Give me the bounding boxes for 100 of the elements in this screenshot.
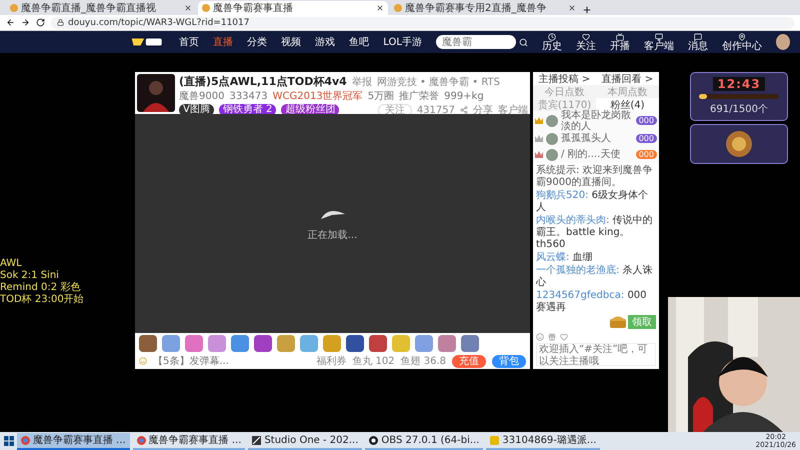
gift-icon[interactable] (346, 335, 364, 352)
loading-text: 正在加载... (308, 228, 358, 242)
avatar-icon (546, 148, 558, 161)
pin-icon (738, 32, 746, 40)
site-icon (10, 4, 18, 12)
meta-text: 5万圈 (368, 90, 394, 103)
close-icon[interactable] (376, 4, 384, 12)
overlay-text: Sok 2:1 Sini (0, 270, 60, 282)
gift-icon[interactable] (254, 335, 272, 352)
overlay-text: AWL (0, 258, 23, 270)
message-icon (694, 32, 702, 40)
chat-message: 一个孤独的老渔底: 杀人诛心 (536, 264, 654, 289)
taskbar-item[interactable]: 魔兽争霸赛事直播 ... (17, 432, 130, 450)
fish-fin-count: 鱼翅 36.8 (400, 354, 446, 368)
back-icon[interactable] (6, 18, 15, 27)
forward-icon[interactable] (21, 18, 30, 27)
nav-action[interactable]: 开播 (610, 32, 630, 52)
score-badge: 000 (636, 150, 657, 160)
category-text: 网游竞技 • 魔兽争霸 • RTS (376, 76, 500, 88)
emoji-icon (139, 357, 147, 365)
browser-icon (136, 436, 146, 444)
overlay-text: TOD杯 23:00开始 (0, 294, 85, 306)
chat-message: 风云蝶: 血绷 (536, 252, 594, 264)
chat-link[interactable]: 直播回看 > (602, 72, 654, 86)
nav-link[interactable]: 视频 (281, 35, 302, 49)
close-icon[interactable] (568, 4, 576, 12)
browser-tab[interactable]: 魔兽争霸直播_魔兽争霸直播视 (6, 1, 196, 15)
share-icon[interactable] (460, 106, 468, 114)
overlay-text: Remind 0:2 彩色 (0, 282, 82, 294)
user-name: / 刚的....天使 (561, 149, 622, 160)
taskbar-item[interactable]: 魔兽争霸赛事直播 ... (132, 432, 246, 450)
score-badge: 000 (636, 134, 657, 144)
chest-icon (610, 315, 626, 328)
taskbar-item[interactable]: 33104869-璐遇派... (486, 432, 600, 450)
fish-ball-count: 鱼丸 102 (352, 354, 395, 368)
search-icon[interactable] (518, 38, 528, 46)
avatar-icon (776, 34, 790, 50)
address-field[interactable]: douyu.com/topic/WAR3-WGL?rid=11017 (51, 16, 794, 28)
nav-link[interactable]: 游戏 (315, 35, 336, 49)
monitor-icon (654, 32, 663, 40)
browser-tab[interactable]: 魔兽争霸赛事直播 (198, 1, 388, 15)
gift-icon[interactable] (231, 335, 249, 352)
coupon-link[interactable]: 福利券 (316, 354, 346, 368)
site-icon (394, 4, 402, 12)
heart-icon (582, 32, 590, 40)
start-icon[interactable] (4, 436, 14, 446)
progress-text: 691/1500个 (710, 103, 768, 116)
avatar-icon (546, 132, 558, 145)
nav-action[interactable]: 消息 (688, 32, 708, 52)
taskbar-item[interactable]: OBS 27.0.1 (64-bi... (365, 432, 484, 450)
new-tab-icon[interactable] (582, 5, 592, 15)
user-name: 我本是卧龙岗散淡的人 (561, 110, 632, 132)
nav-action[interactable]: 创作中心 (722, 32, 762, 52)
crown-icon (535, 117, 543, 124)
share-link[interactable]: 分享 (473, 103, 493, 117)
follower-count: 431757 (416, 104, 455, 116)
meta-text: 魔兽9000 (179, 90, 224, 103)
nav-link[interactable]: LOL手游 (383, 35, 422, 49)
countdown-timer: 12:43 (713, 77, 765, 91)
close-icon[interactable] (184, 4, 192, 12)
record-icon (369, 436, 378, 444)
nav-action[interactable]: 历史 (542, 32, 562, 52)
site-icon (202, 4, 210, 12)
meta-text: 333473 (229, 90, 268, 102)
score-badge: 000 (636, 116, 657, 126)
gift-tool-icon[interactable] (548, 332, 556, 341)
chat-link[interactable]: 主播投稿 > (538, 72, 590, 86)
emoji-icon[interactable] (536, 332, 544, 341)
client-link[interactable]: 客户端 (498, 103, 528, 117)
user-name: 孤孤孤头人 (561, 133, 612, 144)
crown-icon (535, 135, 543, 142)
system-message: 系统提示: 欢迎来到魔兽争霸9000的直播间。 (536, 164, 654, 189)
search-field[interactable]: 魔兽霸 (436, 35, 516, 49)
avatar-icon (546, 114, 558, 127)
nav-link[interactable]: 分类 (247, 35, 268, 49)
clock-icon (548, 32, 556, 40)
chat-tab[interactable]: 粉丝(4) (596, 98, 659, 111)
crown-icon (535, 151, 543, 158)
app-icon (252, 436, 262, 444)
reload-icon[interactable] (36, 18, 45, 27)
gift-icon[interactable] (369, 335, 387, 352)
browser-tab[interactable]: 魔兽争霸赛事专用2直播_魔兽争 (390, 1, 580, 15)
nav-action[interactable]: 客户端 (644, 32, 674, 52)
nav-link[interactable]: 鱼吧 (349, 35, 370, 49)
browser-icon (21, 436, 30, 444)
meta-text: WCG2013世界冠军 (272, 90, 363, 103)
like-icon[interactable] (560, 332, 568, 341)
nav-action[interactable]: 关注 (576, 32, 596, 52)
gift-icon[interactable] (139, 335, 157, 352)
taskbar-item[interactable]: Studio One - 202... (248, 432, 362, 450)
report-link[interactable]: 举报 (352, 74, 372, 88)
gift-icon[interactable] (461, 335, 479, 352)
meta-text: 推广荣誉 (399, 90, 440, 103)
lock-icon (57, 19, 64, 26)
stream-title: (直播)5点AWL,11点TOD杯4v4 (179, 74, 347, 89)
chat-message: 1234567gfedbca: 000赛遇再 (536, 290, 648, 314)
tv-icon (616, 32, 624, 40)
nav-link[interactable]: 首页 (179, 35, 200, 49)
chat-message: 内喉头的蒂头肉: 传说中的霸王。battle king。th560 (536, 214, 654, 251)
nav-link[interactable]: 直播 (213, 35, 234, 49)
